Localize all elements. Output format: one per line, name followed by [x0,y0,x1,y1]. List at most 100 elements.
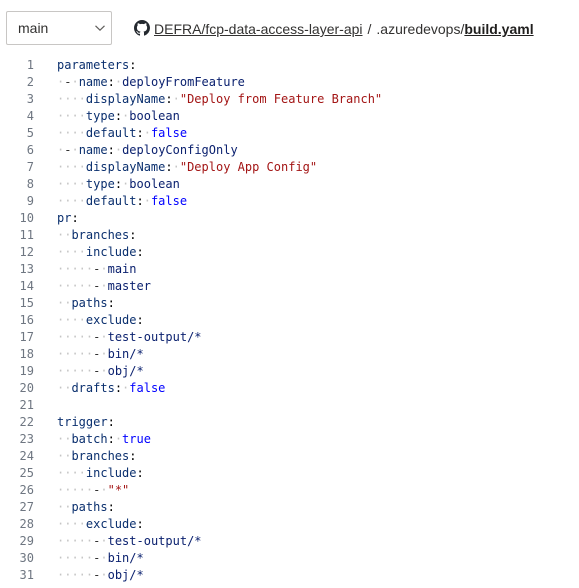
code-line: 10 pr: [0,210,579,227]
line-number: 27 [19,500,34,514]
line-number: 4 [26,109,34,123]
yaml-colon: : [136,245,144,259]
code-line: 17 ·····-·test-output/* [0,329,579,346]
file-header: main DEFRA/fcp-data-access-layer-api / .az… [0,0,579,50]
line-number: 11 [19,228,34,242]
branch-selector[interactable]: main [6,11,112,45]
whitespace-marker: · [100,534,108,548]
line-number: 21 [19,398,34,412]
code-line: 19 ·····-·obj/* [0,363,579,380]
yaml-colon: : [165,92,173,106]
whitespace-marker: ····· [57,330,94,344]
code-text: ····include: [57,244,144,261]
line-number: 2 [26,75,34,89]
code-line: 27 ··paths: [0,499,579,516]
line-number: 3 [26,92,34,106]
code-text: ·····-·main [57,261,137,278]
yaml-key: displayName [85,92,166,106]
yaml-value: deployConfigOnly [122,143,238,157]
code-line: 29 ·····-·test-output/* [0,533,579,550]
code-line: 8 ····type:·boolean [0,176,579,193]
whitespace-marker: ···· [57,245,86,259]
breadcrumb-folder[interactable]: .azuredevops [376,21,460,37]
yaml-value: false [129,381,166,395]
line-number: 16 [19,313,34,327]
whitespace-marker: · [100,262,108,276]
yaml-key: default [85,126,137,140]
code-line: 24 ··branches: [0,448,579,465]
yaml-colon: : [114,177,123,191]
yaml-value: test-output/* [107,330,202,344]
yaml-colon: : [71,211,79,225]
code-line: 31 ·····-·obj/* [0,567,579,584]
line-number: 25 [19,466,34,480]
whitespace-marker: ···· [57,517,86,531]
line-number: 5 [26,126,34,140]
whitespace-marker: ···· [57,109,86,123]
whitespace-marker: ···· [57,160,86,174]
line-number: 17 [19,330,34,344]
whitespace-marker: ····· [57,534,94,548]
whitespace-marker: · [100,364,108,378]
code-line: 9 ····default:·false [0,193,579,210]
breadcrumb-file: build.yaml [464,21,534,37]
chevron-down-icon [95,25,105,32]
whitespace-marker: ···· [57,194,86,208]
code-text: ····type:·boolean [57,176,180,193]
code-line: 6 ·-·name:·deployConfigOnly [0,142,579,159]
breadcrumb-repo-link[interactable]: DEFRA/fcp-data-access-layer-api [154,21,363,37]
yaml-key: exclude [85,313,137,327]
code-line: 7 ····displayName:·"Deploy App Config" [0,159,579,176]
yaml-value: "Deploy App Config" [179,160,318,174]
line-number: 13 [19,262,34,276]
code-line: 14 ·····-·master [0,278,579,295]
yaml-value: master [107,279,151,293]
whitespace-marker: · [100,483,108,497]
yaml-value: "*" [107,483,130,497]
whitespace-marker: · [114,143,123,157]
yaml-value: "Deploy from Feature Branch" [179,92,383,106]
yaml-colon: : [107,296,115,310]
code-text: ··batch:·true [57,431,151,448]
whitespace-marker: ·· [57,228,72,242]
yaml-key: exclude [85,517,137,531]
line-number: 1 [26,58,34,72]
whitespace-marker: · [100,568,108,582]
code-line: 4 ····type:·boolean [0,108,579,125]
code-text: ····exclude: [57,516,144,533]
branch-selector-label: main [18,20,49,36]
yaml-value: obj/* [107,364,144,378]
code-text: pr: [57,210,79,227]
line-number: 10 [19,211,34,225]
yaml-key: include [85,245,137,259]
code-text: ··paths: [57,499,115,516]
whitespace-marker: · [172,160,180,174]
yaml-key: drafts [71,381,115,395]
code-line: 25 ····include: [0,465,579,482]
whitespace-marker: ···· [57,313,86,327]
yaml-key: type [85,177,115,191]
code-line: 22 trigger: [0,414,579,431]
yaml-value: bin/* [107,551,144,565]
line-number: 19 [19,364,34,378]
whitespace-marker: · [143,126,151,140]
whitespace-marker: · [100,279,108,293]
whitespace-marker: ····· [57,551,94,565]
line-number: 28 [19,517,34,531]
yaml-value: boolean [129,177,180,191]
yaml-key: include [85,466,137,480]
line-number: 31 [19,568,34,582]
yaml-colon: : [107,143,115,157]
yaml-colon: : [129,58,137,72]
code-text: ····displayName:·"Deploy App Config" [57,159,317,176]
yaml-value: true [122,432,151,446]
whitespace-marker: · [100,551,108,565]
yaml-colon: : [107,432,115,446]
code-line: 3 ····displayName:·"Deploy from Feature B… [0,91,579,108]
code-line: 28 ····exclude: [0,516,579,533]
code-line: 21 [0,397,579,414]
code-text: ··paths: [57,295,115,312]
line-number: 26 [19,483,34,497]
code-text: ·····-·"*" [57,482,129,499]
line-number: 24 [19,449,34,463]
